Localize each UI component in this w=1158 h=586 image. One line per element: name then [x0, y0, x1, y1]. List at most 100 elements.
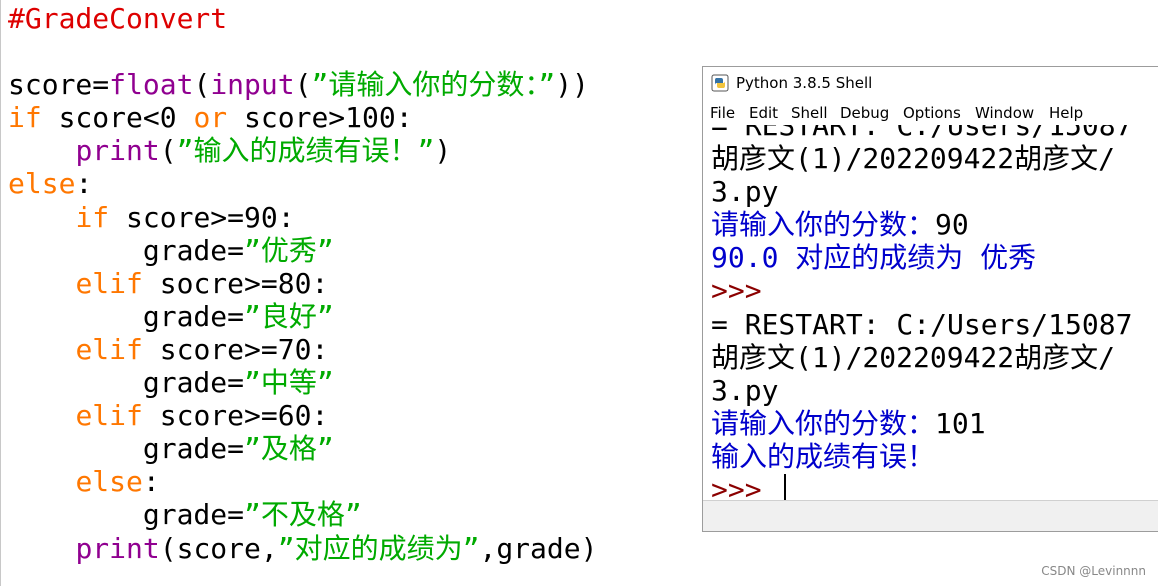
menu-help[interactable]: Help [1049, 104, 1083, 122]
code-token: socre>=80: [142, 266, 329, 300]
code-token: ( [294, 68, 312, 102]
code-token: (score, [159, 531, 278, 565]
code-token: #GradeConvert [8, 2, 228, 35]
code-line: if score<0 or score>100: [8, 101, 597, 134]
code-token: float [109, 68, 194, 102]
shell-output-area[interactable]: = RESTART: C:/Users/15087 胡彦文(1)/20220942… [703, 125, 1158, 503]
text-cursor [784, 474, 787, 503]
menu-options[interactable]: Options [903, 104, 961, 122]
shell-text: 输入的成绩有误！ [711, 439, 936, 473]
code-token: ) [434, 134, 452, 168]
shell-line: 请输入你的分数：90 [711, 208, 1132, 241]
shell-user-input: 101 [935, 406, 986, 440]
shell-status-bar [703, 500, 1158, 531]
code-token: ”及格” [244, 432, 334, 466]
code-token: grade= [8, 299, 245, 333]
code-token: score>=60: [142, 399, 329, 433]
shell-line: 3.py [711, 374, 1132, 407]
shell-text: 胡彦文(1)/202209422胡彦文/ [711, 142, 1116, 176]
python-icon [711, 74, 729, 92]
code-line: grade=”及格” [8, 432, 597, 465]
code-token: ”优秀” [244, 233, 334, 267]
shell-line: = RESTART: C:/Users/15087 [711, 308, 1132, 341]
menu-debug[interactable]: Debug [840, 104, 889, 122]
code-token: ”良好” [244, 299, 334, 333]
shell-output: = RESTART: C:/Users/15087 胡彦文(1)/20220942… [711, 125, 1132, 503]
code-token: grade= [8, 233, 245, 267]
shell-text: 胡彦文(1)/202209422胡彦文/ [711, 340, 1116, 374]
code-token: score>=90: [109, 200, 295, 234]
code-token: score= [8, 68, 110, 102]
menu-shell[interactable]: Shell [791, 104, 828, 122]
menu-file[interactable]: File [710, 104, 735, 122]
shell-text: = RESTART: C:/Users/15087 [711, 125, 1133, 142]
shell-text: = RESTART: C:/Users/15087 [711, 307, 1133, 341]
code-token: ”对应的成绩为” [277, 531, 480, 565]
code-line: elif score>=60: [8, 399, 597, 432]
code-line: if score>=90: [8, 201, 597, 234]
code-token: else [8, 167, 76, 201]
shell-line: 胡彦文(1)/202209422胡彦文/ [711, 341, 1132, 374]
code-token: : [75, 167, 93, 201]
code-token: if [75, 200, 110, 234]
code-line: #GradeConvert [8, 2, 597, 35]
code-token: ”输入的成绩有误！” [176, 134, 435, 168]
python-shell-window[interactable]: Python 3.8.5 Shell File Edit Shell Debug… [702, 66, 1158, 532]
code-token: elif [75, 266, 143, 300]
shell-line: 输入的成绩有误！ [711, 440, 1132, 473]
code-token: score>=70: [142, 332, 329, 366]
code-token: ,grade) [479, 531, 598, 565]
shell-text: >>> [711, 274, 762, 308]
source-code[interactable]: #GradeConvert score=float(input(”请输入你的分数：… [8, 2, 597, 565]
shell-line: 胡彦文(1)/202209422胡彦文/ [711, 142, 1132, 175]
code-line: grade=”良好” [8, 300, 597, 333]
shell-title: Python 3.8.5 Shell [736, 74, 873, 92]
shell-user-input: 90 [935, 208, 969, 242]
shell-line: 请输入你的分数：101 [711, 407, 1132, 440]
shell-line: 3.py [711, 175, 1132, 208]
shell-text: 3.py [711, 373, 779, 407]
code-line: grade=”中等” [8, 366, 597, 399]
code-token: if [8, 101, 42, 135]
code-line: grade=”不及格” [8, 498, 597, 531]
menu-edit[interactable]: Edit [749, 104, 778, 122]
code-line: score=float(input(”请输入你的分数：”)) [8, 68, 597, 101]
code-token: ”不及格” [244, 498, 362, 532]
code-token: grade= [8, 498, 245, 532]
shell-text: 请输入你的分数： [711, 406, 936, 440]
code-token: grade= [8, 366, 245, 400]
code-line: else: [8, 465, 597, 498]
code-token: score<0 [41, 101, 194, 135]
code-line: elif socre>=80: [8, 267, 597, 300]
code-token: ( [193, 68, 211, 102]
code-token: )) [555, 68, 589, 102]
code-line: elif score>=70: [8, 333, 597, 366]
code-token: or [193, 101, 228, 135]
code-token: score>100: [227, 101, 413, 135]
code-token: elif [75, 399, 143, 433]
watermark: CSDN @Levinnnn [1041, 564, 1146, 578]
code-token: print [75, 134, 160, 168]
code-token: ”请输入你的分数：” [311, 68, 556, 102]
code-token: elif [75, 332, 143, 366]
code-token: ( [159, 134, 177, 168]
code-token: ”中等” [244, 366, 334, 400]
shell-text: >>> [711, 473, 779, 503]
code-token: print [75, 531, 160, 565]
shell-line: >>> [711, 274, 1132, 307]
shell-title-bar[interactable]: Python 3.8.5 Shell [703, 67, 1158, 99]
menu-window[interactable]: Window [975, 104, 1034, 122]
shell-text: 请输入你的分数： [711, 208, 936, 242]
shell-line: >>> [711, 473, 1132, 503]
code-token: input [210, 68, 295, 102]
code-token: grade= [8, 432, 245, 466]
code-line: print(score,”对应的成绩为”,grade) [8, 532, 597, 565]
code-line: grade=”优秀” [8, 234, 597, 267]
